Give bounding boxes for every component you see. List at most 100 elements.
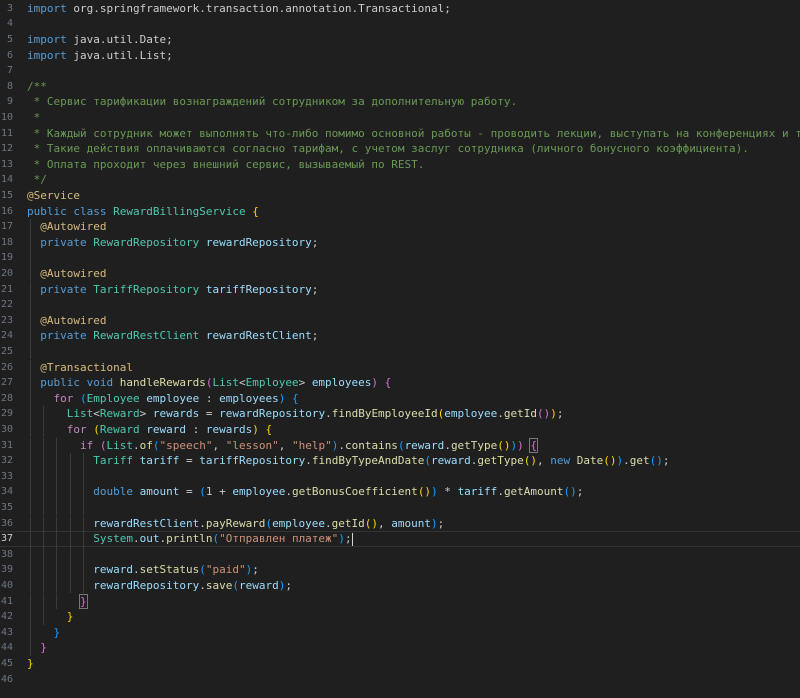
code-line[interactable]: 18 private RewardRepository rewardReposi… xyxy=(0,234,800,251)
code-line[interactable]: 25 xyxy=(0,343,800,360)
code-token: contains xyxy=(344,438,398,452)
code-line[interactable]: 41 } xyxy=(0,593,800,610)
code-line[interactable]: 32 Tariff tariff = tariffRepository.find… xyxy=(0,453,800,469)
code-line[interactable]: 43 } xyxy=(0,624,800,641)
code-line[interactable]: 7 xyxy=(0,63,800,79)
code-line[interactable]: 45} xyxy=(0,656,800,672)
code-token: () xyxy=(497,438,511,452)
code-line[interactable]: 12 * Такие действия оплачиваются согласн… xyxy=(0,141,800,157)
code-token: Employee xyxy=(245,376,299,390)
code-token: "speech" xyxy=(159,438,213,452)
code-line[interactable]: 35 xyxy=(0,499,800,516)
code-line[interactable]: 19 xyxy=(0,250,800,266)
code-token: reward xyxy=(431,454,471,468)
code-token: < xyxy=(93,407,100,421)
code-line[interactable]: 4 xyxy=(0,16,800,32)
line-code: public void handleRewards(List<Employee>… xyxy=(27,375,391,391)
code-line[interactable]: 44 } xyxy=(0,640,800,656)
code-line[interactable]: 24 private RewardRestClient rewardRestCl… xyxy=(0,328,800,344)
line-code: public class RewardBillingService { xyxy=(27,204,259,220)
indent-guide xyxy=(30,343,31,360)
code-token: * xyxy=(437,485,458,499)
line-number: 25 xyxy=(0,345,13,357)
code-line[interactable]: 14 */ xyxy=(0,172,800,188)
code-line[interactable]: 8 /** xyxy=(0,79,800,95)
code-line[interactable]: 28 for (Employee employee : employees) { xyxy=(0,390,800,407)
line-number: 8 xyxy=(6,80,13,92)
code-line[interactable]: 27 public void handleRewards(List<Employ… xyxy=(0,375,800,391)
code-line[interactable]: 39 reward.setStatus("paid"); xyxy=(0,562,800,578)
indent-guide xyxy=(69,546,71,563)
code-token: > xyxy=(298,376,312,390)
code-line[interactable]: 30 for (Reward reward : rewards) { xyxy=(0,421,800,438)
code-token: , xyxy=(212,438,226,452)
code-token: () xyxy=(537,407,551,421)
indent-guide xyxy=(56,546,58,563)
code-line[interactable]: 38 xyxy=(0,546,800,563)
code-token: { xyxy=(265,422,273,436)
code-line[interactable]: 34 double amount = (1 + employee.getBonu… xyxy=(0,484,800,500)
code-line[interactable]: 21 private TariffRepository tariffReposi… xyxy=(0,281,800,298)
code-token: ; xyxy=(662,454,670,468)
code-token: . xyxy=(497,407,504,421)
code-line[interactable]: 10 * xyxy=(0,110,800,126)
code-line[interactable]: 29 List<Reward> rewards = rewardReposito… xyxy=(0,406,800,422)
code-token: "paid" xyxy=(205,563,246,577)
code-token: . xyxy=(132,532,140,546)
code-token: . xyxy=(325,407,332,421)
code-token: * Сервис тарификации вознаграждений сотр… xyxy=(27,95,518,109)
code-line[interactable]: 20 @Autowired xyxy=(0,265,800,282)
code-token: employee xyxy=(272,516,326,530)
code-line[interactable]: 46 xyxy=(0,672,800,688)
code-token: findByEmployeeId xyxy=(331,407,438,421)
code-line[interactable]: 23 @Autowired xyxy=(0,312,800,329)
indent-guide xyxy=(69,468,71,485)
code-line[interactable]: 33 xyxy=(0,468,800,485)
code-line[interactable]: 42 } xyxy=(0,609,800,625)
code-line[interactable]: 16 public class RewardBillingService { xyxy=(0,204,800,220)
indent-guide xyxy=(30,499,31,516)
code-line[interactable]: 15 @Service xyxy=(0,188,800,204)
code-line[interactable]: 40 rewardRepository.save(reward); xyxy=(0,577,800,594)
code-line[interactable]: 26 @Transactional xyxy=(0,359,800,376)
code-token: } xyxy=(27,656,34,670)
code-token: org.springframework.transaction.annotati… xyxy=(66,1,451,15)
code-token: if xyxy=(79,438,94,452)
code-line[interactable]: 31 if (List.of("speech", "lesson", "help… xyxy=(0,437,800,454)
code-line[interactable]: 11 * Каждый сотрудник может выполнять чт… xyxy=(0,126,800,142)
code-line[interactable]: 13 * Оплата проходит через внешний серви… xyxy=(0,157,800,173)
code-token: } xyxy=(53,625,61,639)
code-line[interactable]: 36 rewardRestClient.payReward(employee.g… xyxy=(0,515,800,532)
code-editor[interactable]: 3 import org.springframework.transaction.… xyxy=(0,0,800,698)
code-token: import xyxy=(27,48,67,62)
code-token: import xyxy=(27,1,67,15)
code-line[interactable]: 9 * Сервис тарификации вознаграждений со… xyxy=(0,94,800,110)
line-number: 3 xyxy=(6,2,13,14)
line-code: @Autowired xyxy=(27,266,106,282)
line-code: } xyxy=(27,593,88,610)
line-code: } xyxy=(27,609,74,625)
code-line[interactable]: 3 import org.springframework.transaction.… xyxy=(0,1,800,17)
line-number: 27 xyxy=(0,377,13,389)
line-number: 26 xyxy=(0,361,13,373)
code-token: . xyxy=(325,516,332,530)
line-number: 36 xyxy=(0,517,13,529)
code-token: } xyxy=(79,593,88,609)
code-line[interactable]: 22 xyxy=(0,297,800,313)
code-token: . xyxy=(132,438,140,452)
code-line[interactable]: 17 @Autowired xyxy=(0,219,800,235)
line-code: if (List.of("speech", "lesson", "help").… xyxy=(27,437,538,454)
code-token: for xyxy=(53,391,74,405)
code-token: save xyxy=(205,578,233,592)
code-line[interactable]: 5 import java.util.Date; xyxy=(0,32,800,48)
line-code: } xyxy=(27,656,34,672)
code-line[interactable]: 37 System.out.println("Отправлен платеж"… xyxy=(0,531,800,547)
code-line[interactable]: 6 import java.util.List; xyxy=(0,48,800,64)
